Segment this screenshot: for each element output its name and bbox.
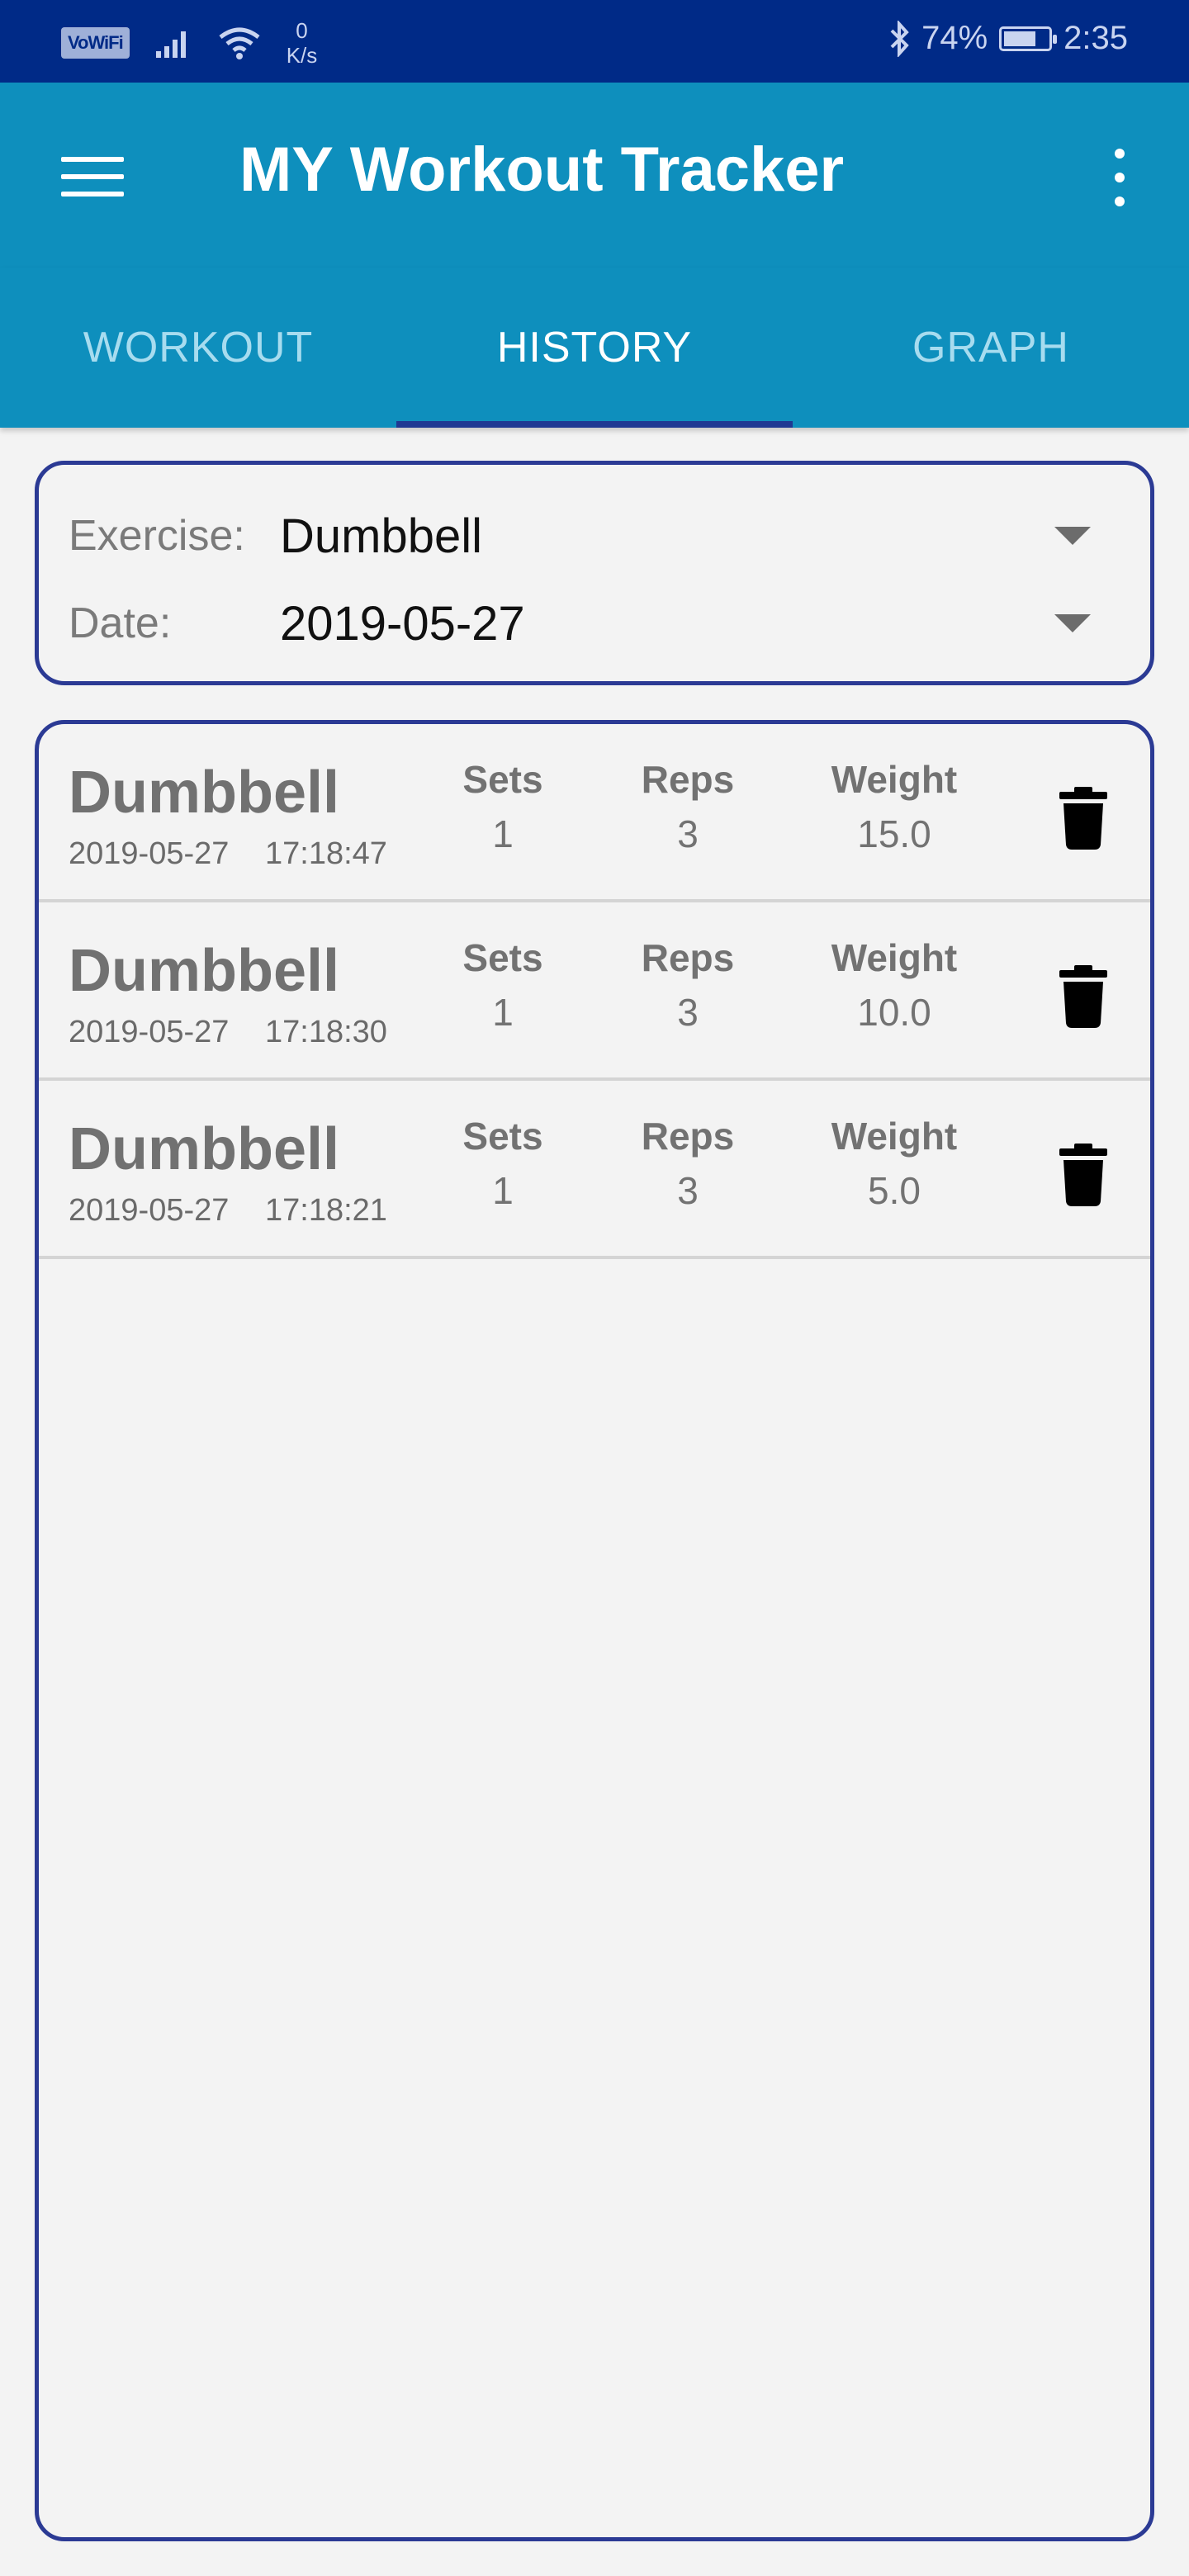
- wifi-icon: [219, 27, 260, 59]
- weight-stat: Weight 5.0: [812, 1114, 977, 1213]
- weight-value: 10.0: [857, 991, 931, 1034]
- tab-label: WORKOUT: [83, 324, 314, 372]
- sets-label: Sets: [462, 758, 543, 801]
- exercise-value: Dumbbell: [280, 509, 482, 563]
- exercise-label: Exercise:: [69, 512, 245, 560]
- tab-workout[interactable]: WORKOUT: [0, 268, 396, 428]
- weight-label: Weight: [831, 758, 958, 801]
- reps-label: Reps: [641, 758, 735, 801]
- status-bar: VoWiFi 0 K/s 74% 2:35: [0, 0, 1189, 83]
- status-right: 74% 2:35: [888, 20, 1128, 57]
- tab-label: HISTORY: [496, 324, 693, 372]
- reps-value: 3: [677, 1169, 699, 1212]
- entry-time: 17:18:21: [265, 1193, 387, 1228]
- battery-level: [1004, 31, 1036, 46]
- entry-time: 17:18:30: [265, 1015, 387, 1049]
- history-row: Dumbbell 2019-05-27 17:18:21 Sets 1 Reps…: [39, 1081, 1150, 1259]
- sets-stat: Sets 1: [420, 935, 585, 1035]
- battery-icon: [999, 26, 1058, 51]
- weight-stat: Weight 10.0: [812, 935, 977, 1035]
- weight-value: 5.0: [868, 1169, 921, 1212]
- sets-value: 1: [492, 812, 514, 855]
- vowifi-badge: VoWiFi: [61, 27, 130, 59]
- menu-icon[interactable]: [61, 157, 124, 197]
- reps-stat: Reps 3: [605, 757, 770, 856]
- tab-graph[interactable]: GRAPH: [793, 268, 1189, 428]
- delete-icon[interactable]: [1059, 965, 1107, 1028]
- delete-icon[interactable]: [1059, 1144, 1107, 1206]
- date-selector[interactable]: Date: 2019-05-27: [69, 582, 1120, 665]
- speed-value: 0: [296, 18, 308, 43]
- sets-stat: Sets 1: [420, 1114, 585, 1213]
- sets-value: 1: [492, 1169, 514, 1212]
- entry-time: 17:18:47: [265, 836, 387, 871]
- status-left: VoWiFi 0 K/s: [61, 18, 317, 68]
- reps-label: Reps: [641, 1115, 735, 1158]
- exercise-name: Dumbbell: [69, 938, 340, 1004]
- entry-date: 2019-05-27: [69, 1015, 230, 1049]
- dropdown-arrow-icon: [1054, 527, 1091, 545]
- tab-history[interactable]: HISTORY: [396, 268, 793, 428]
- tab-label: GRAPH: [912, 324, 1069, 372]
- history-list: Dumbbell 2019-05-27 17:18:47 Sets 1 Reps…: [35, 720, 1154, 2541]
- app-title: MY Workout Tracker: [239, 135, 845, 205]
- entry-date: 2019-05-27: [69, 1193, 230, 1228]
- weight-value: 15.0: [857, 812, 931, 855]
- tab-bar: WORKOUT HISTORY GRAPH: [0, 268, 1189, 428]
- dropdown-arrow-icon: [1054, 614, 1091, 632]
- network-speed: 0 K/s: [287, 18, 318, 68]
- active-tab-indicator: [396, 421, 793, 428]
- reps-label: Reps: [641, 936, 735, 979]
- more-options-icon[interactable]: [1111, 149, 1128, 206]
- exercise-selector[interactable]: Exercise: Dumbbell: [69, 495, 1120, 577]
- filter-panel: Exercise: Dumbbell Date: 2019-05-27: [35, 461, 1154, 685]
- weight-label: Weight: [831, 1115, 958, 1158]
- signal-icon: [155, 31, 186, 58]
- sets-stat: Sets 1: [420, 757, 585, 856]
- speed-unit: K/s: [286, 43, 318, 68]
- entry-date: 2019-05-27: [69, 836, 230, 871]
- reps-value: 3: [677, 991, 699, 1034]
- history-row: Dumbbell 2019-05-27 17:18:47 Sets 1 Reps…: [39, 724, 1150, 902]
- reps-value: 3: [677, 812, 699, 855]
- exercise-name: Dumbbell: [69, 760, 340, 826]
- bluetooth-icon: [890, 20, 909, 57]
- sets-label: Sets: [462, 1115, 543, 1158]
- weight-label: Weight: [831, 936, 958, 979]
- sets-value: 1: [492, 991, 514, 1034]
- exercise-name: Dumbbell: [69, 1116, 340, 1182]
- sets-label: Sets: [462, 936, 543, 979]
- app-bar: MY Workout Tracker: [0, 83, 1189, 268]
- status-time: 2:35: [1063, 20, 1128, 56]
- reps-stat: Reps 3: [605, 1114, 770, 1213]
- delete-icon[interactable]: [1059, 787, 1107, 850]
- battery-percent: 74%: [921, 20, 988, 56]
- date-value: 2019-05-27: [280, 596, 525, 651]
- history-row: Dumbbell 2019-05-27 17:18:30 Sets 1 Reps…: [39, 902, 1150, 1081]
- weight-stat: Weight 15.0: [812, 757, 977, 856]
- date-label: Date:: [69, 599, 172, 647]
- reps-stat: Reps 3: [605, 935, 770, 1035]
